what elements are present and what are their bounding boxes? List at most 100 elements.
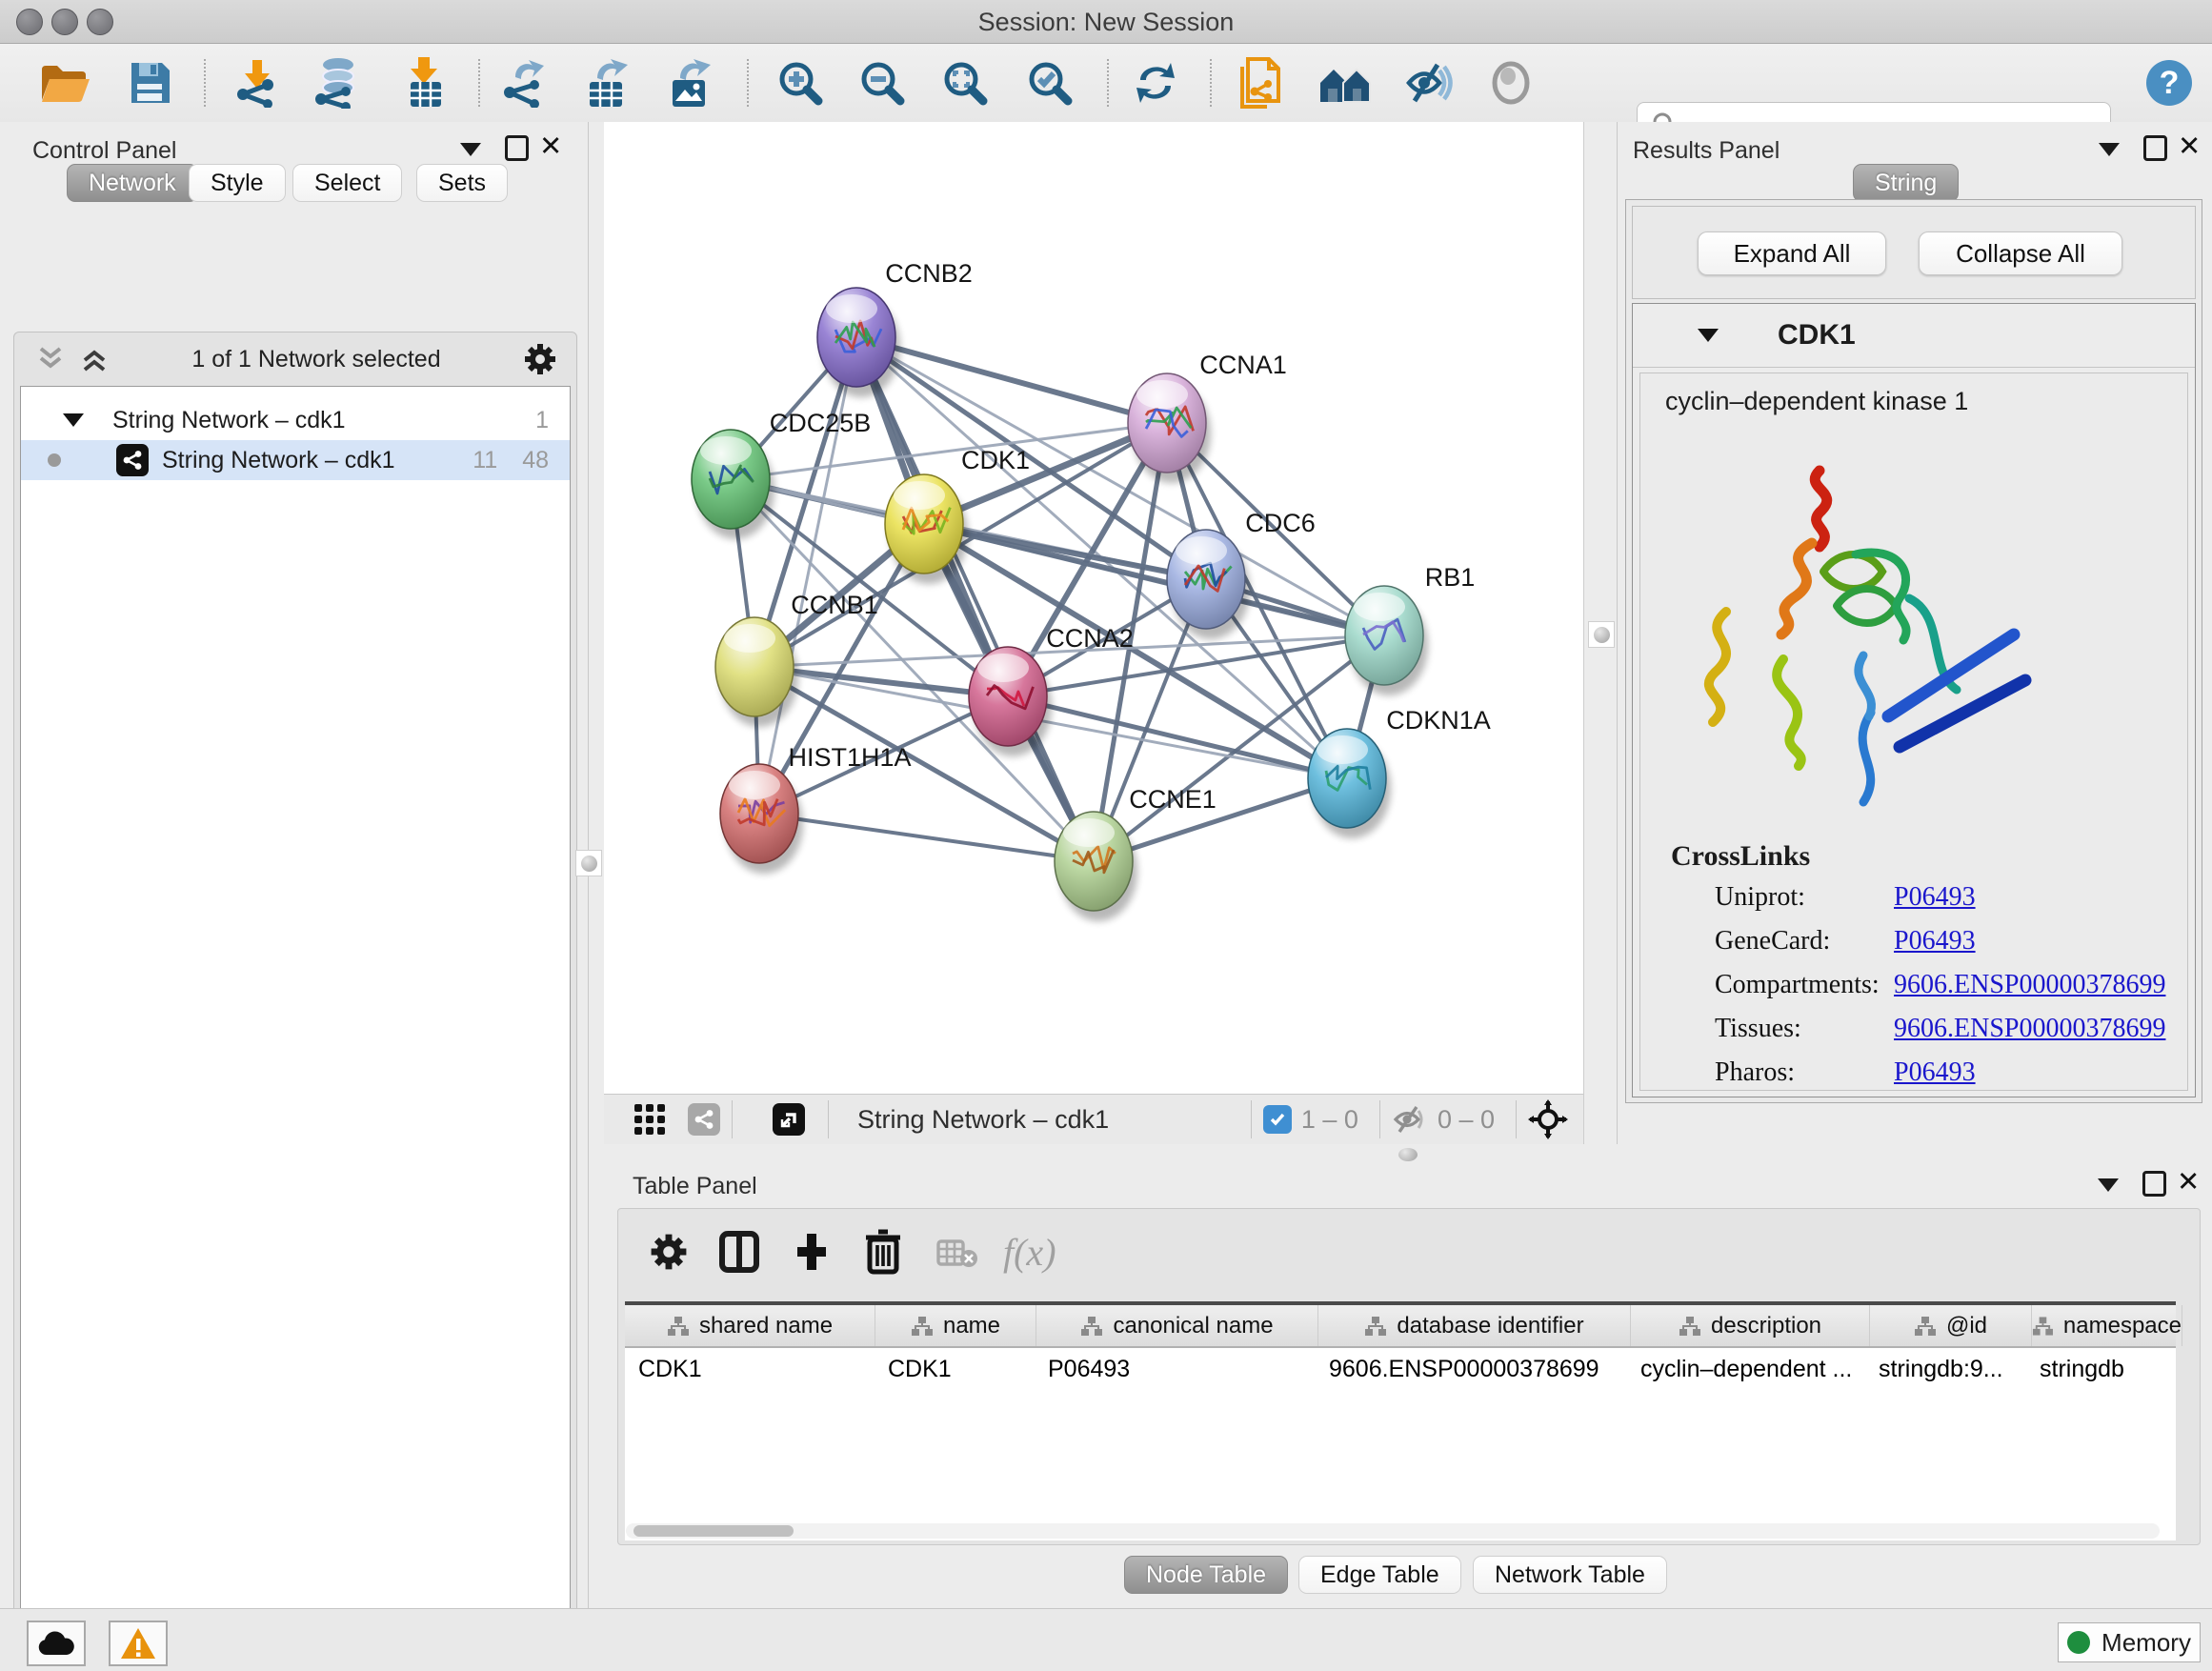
horizontal-splitter[interactable]: [604, 1144, 2212, 1165]
network-node[interactable]: CCNB2: [817, 259, 973, 397]
import-table-from-file-button[interactable]: [398, 56, 452, 110]
table-panel-close-icon[interactable]: ✕: [2177, 1169, 2200, 1197]
results-panel-menu-icon[interactable]: [2099, 143, 2120, 156]
column-header--id[interactable]: @id: [1870, 1305, 2032, 1346]
tab-sets[interactable]: Sets: [416, 164, 508, 202]
network-edge[interactable]: [856, 337, 1094, 861]
birds-eye-view-icon[interactable]: [633, 1102, 667, 1137]
tab-network[interactable]: Network: [67, 164, 198, 202]
right-splitter-handle[interactable]: [1588, 621, 1615, 648]
export-table-button[interactable]: [580, 56, 633, 110]
column-header-description[interactable]: description: [1631, 1305, 1870, 1346]
tab-edge-table[interactable]: Edge Table: [1298, 1556, 1461, 1594]
table-cell[interactable]: 9606.ENSP00000378699: [1316, 1348, 1627, 1390]
open-session-from-file-button[interactable]: [1234, 56, 1287, 110]
crosslink-link[interactable]: 9606.ENSP00000378699: [1894, 1014, 2165, 1044]
zoom-out-button[interactable]: [855, 56, 909, 110]
cloud-status-button[interactable]: [27, 1621, 86, 1666]
help-button[interactable]: ?: [2142, 56, 2196, 110]
collapse-all-button[interactable]: Collapse All: [1919, 232, 2122, 275]
collapse-all-icon[interactable]: [35, 345, 68, 373]
open-session-button[interactable]: [38, 56, 91, 110]
memory-status-button[interactable]: Memory: [2058, 1622, 2201, 1662]
collection-expander-icon[interactable]: [63, 413, 84, 427]
tab-style[interactable]: Style: [189, 164, 286, 202]
import-network-from-file-button[interactable]: [231, 56, 284, 110]
gene-section-expander-icon[interactable]: [1698, 329, 1719, 342]
table-cell[interactable]: P06493: [1035, 1348, 1316, 1390]
show-selected-button[interactable]: [1484, 56, 1538, 110]
crosslink-link[interactable]: P06493: [1894, 882, 1976, 913]
right-splitter[interactable]: [1583, 122, 1618, 1144]
crosslink-link[interactable]: 9606.ENSP00000378699: [1894, 970, 2165, 1000]
network-canvas[interactable]: CCNB2CCNA1CDC25BCDK1CDC6RB1CCNB1CCNA2CDK…: [604, 122, 1583, 1094]
network-label: String Network – cdk1: [162, 447, 395, 474]
column-header-name[interactable]: name: [875, 1305, 1036, 1346]
tab-network-table[interactable]: Network Table: [1473, 1556, 1667, 1594]
left-splitter[interactable]: [588, 122, 605, 1608]
refresh-button[interactable]: [1129, 56, 1182, 110]
warnings-button[interactable]: [109, 1621, 168, 1666]
show-columns-icon[interactable]: [717, 1230, 761, 1274]
gear-icon[interactable]: [521, 340, 559, 378]
horizontal-splitter-handle[interactable]: [1398, 1148, 1418, 1161]
status-bar: Memory: [0, 1608, 2212, 1671]
tab-node-table[interactable]: Node Table: [1124, 1556, 1288, 1594]
detach-view-icon[interactable]: [773, 1103, 805, 1136]
export-image-button[interactable]: [663, 56, 716, 110]
network-node[interactable]: HIST1H1A: [720, 743, 912, 874]
crosslink-link[interactable]: P06493: [1894, 1057, 1976, 1088]
results-panel-float-icon[interactable]: [2143, 135, 2167, 161]
zoom-in-button[interactable]: [774, 56, 827, 110]
column-header-shared-name[interactable]: shared name: [625, 1305, 875, 1346]
table-cell[interactable]: CDK1: [625, 1348, 875, 1390]
zoom-selected-button[interactable]: [1023, 56, 1076, 110]
fit-content-crosshair-icon[interactable]: [1528, 1099, 1568, 1139]
network-type-indicator-icon: [688, 1103, 720, 1136]
hidden-elements-eye-slash-icon[interactable]: [1392, 1104, 1428, 1135]
import-network-from-database-button[interactable]: [312, 56, 365, 110]
table-scrollbar-thumb[interactable]: [633, 1525, 794, 1537]
crosslink-link[interactable]: P06493: [1894, 926, 1976, 956]
network-collection-row[interactable]: String Network – cdk1 1: [21, 400, 570, 440]
title-bar: Session: New Session: [0, 0, 2212, 44]
table-panel-menu-icon[interactable]: [2098, 1178, 2119, 1192]
control-panel-menu-icon[interactable]: [460, 143, 481, 156]
left-splitter-handle[interactable]: [575, 850, 602, 876]
save-session-button[interactable]: [123, 56, 176, 110]
table-cell[interactable]: stringdb:9...: [1865, 1348, 2026, 1390]
table-row[interactable]: CDK1CDK1P064939606.ENSP00000378699cyclin…: [625, 1348, 2176, 1390]
control-panel-close-icon[interactable]: ✕: [539, 133, 562, 161]
column-header-canonical-name[interactable]: canonical name: [1036, 1305, 1318, 1346]
network-node[interactable]: CDC6: [1167, 509, 1316, 639]
table-panel-float-icon[interactable]: [2142, 1171, 2166, 1197]
tab-select[interactable]: Select: [292, 164, 402, 202]
add-column-plus-icon[interactable]: [790, 1230, 834, 1274]
show-all-networks-button[interactable]: [1318, 56, 1372, 110]
gene-section-header[interactable]: CDK1: [1633, 304, 2195, 368]
export-network-button[interactable]: [497, 56, 551, 110]
network-edge[interactable]: [759, 814, 1094, 861]
node-selection-checkbox[interactable]: [1263, 1105, 1292, 1134]
column-header-database-identifier[interactable]: database identifier: [1318, 1305, 1631, 1346]
table-cell[interactable]: CDK1: [875, 1348, 1035, 1390]
table-horizontal-scrollbar[interactable]: [626, 1523, 2160, 1539]
network-node[interactable]: CCNE1: [1055, 785, 1217, 921]
zoom-fit-button[interactable]: [938, 56, 992, 110]
table-cell[interactable]: cyclin–dependent ...: [1627, 1348, 1865, 1390]
network-node[interactable]: RB1: [1345, 563, 1475, 695]
table-settings-gear-icon[interactable]: [647, 1230, 691, 1274]
column-header-namespace[interactable]: namespace: [2032, 1305, 2182, 1346]
expand-all-button[interactable]: Expand All: [1698, 232, 1886, 275]
results-panel-close-icon[interactable]: ✕: [2178, 133, 2201, 161]
table-cell[interactable]: stringdb: [2026, 1348, 2176, 1390]
expand-all-icon[interactable]: [79, 345, 111, 373]
svg-text:?: ?: [2160, 65, 2180, 101]
tab-string[interactable]: String: [1853, 164, 1959, 202]
network-node[interactable]: CDKN1A: [1308, 706, 1491, 838]
network-row[interactable]: String Network – cdk1 11 48: [21, 440, 570, 480]
hide-selected-button[interactable]: [1401, 56, 1455, 110]
network-node[interactable]: CCNB1: [715, 591, 878, 727]
control-panel-float-icon[interactable]: [505, 135, 529, 161]
delete-column-trash-icon[interactable]: [862, 1228, 904, 1276]
